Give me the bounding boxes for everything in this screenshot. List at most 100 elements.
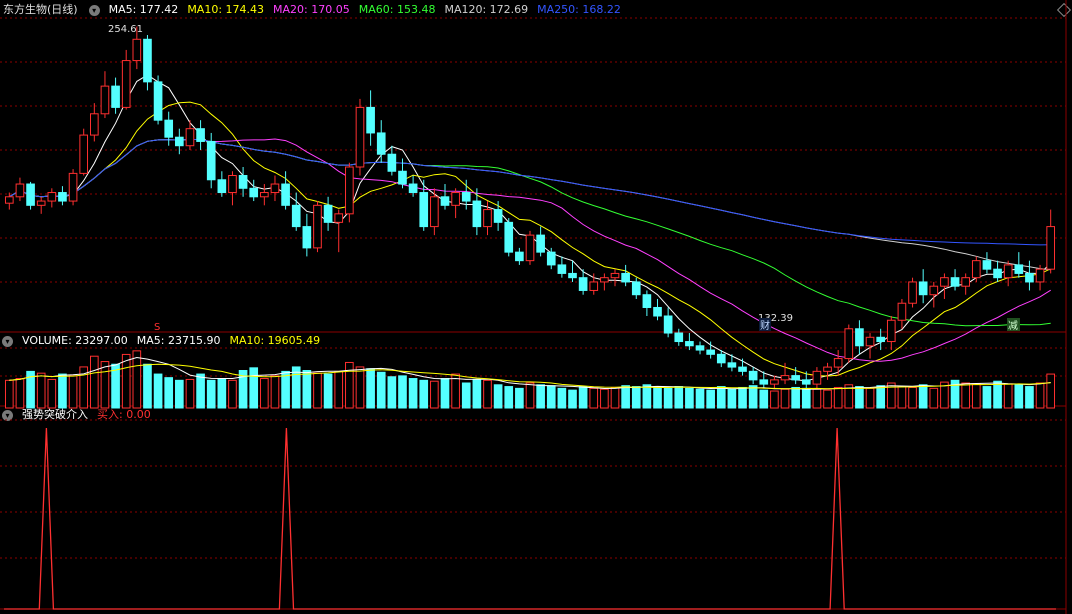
volume-bar xyxy=(89,355,99,409)
volume-bar xyxy=(461,382,471,409)
candle-body xyxy=(940,277,949,287)
volume-bar xyxy=(897,386,907,409)
volume-bar xyxy=(408,378,418,409)
candle-body xyxy=(302,226,312,249)
candle-body xyxy=(493,209,503,223)
candle-body xyxy=(685,341,694,347)
candle-body xyxy=(738,366,747,372)
candle-body xyxy=(1003,264,1013,279)
candle-body xyxy=(971,260,981,279)
candle-body xyxy=(812,370,822,385)
candle-body xyxy=(100,85,110,115)
volume-bar xyxy=(515,387,524,409)
volume-bar xyxy=(993,380,1002,409)
candle-body xyxy=(674,332,684,343)
volume-bar xyxy=(823,389,832,409)
candle-body xyxy=(451,192,460,206)
candle-body xyxy=(89,113,99,136)
volume-bar xyxy=(334,370,344,409)
volume-bar xyxy=(568,389,577,409)
volume-bar xyxy=(610,386,620,409)
candle-body xyxy=(695,345,705,351)
volume-bar xyxy=(387,376,397,409)
candle-body xyxy=(185,128,195,147)
candle-body xyxy=(1035,268,1045,283)
volume-bar xyxy=(589,387,599,409)
volume-bar xyxy=(493,384,503,409)
candle-body xyxy=(15,183,25,198)
volume-bar xyxy=(727,388,737,409)
volume-bar xyxy=(291,366,301,409)
volume-bar xyxy=(748,385,758,409)
volume-bar xyxy=(281,370,290,409)
candle-body xyxy=(865,336,875,347)
candle-body xyxy=(313,204,322,249)
signal-polyline xyxy=(4,427,1056,610)
candle-body xyxy=(430,196,439,228)
candle-body xyxy=(823,366,832,372)
candle-body xyxy=(260,192,269,198)
volume-bar xyxy=(217,378,227,409)
volume-bar xyxy=(695,388,705,409)
candle-body xyxy=(58,192,67,202)
volume-bar xyxy=(525,382,535,409)
candle-body xyxy=(855,328,864,347)
candle-body xyxy=(504,221,514,253)
volume-bar xyxy=(68,375,78,409)
candle-body xyxy=(727,362,737,368)
candle-body xyxy=(79,134,89,174)
volume-bar xyxy=(971,383,981,409)
candle-body xyxy=(897,302,907,321)
candle-body xyxy=(323,204,333,223)
candle-body xyxy=(653,306,662,317)
volume-bar xyxy=(47,378,57,409)
volume-bar xyxy=(908,386,917,409)
volume-bar xyxy=(132,350,142,409)
jian-marker: 减 xyxy=(1008,320,1018,332)
volume-bar xyxy=(143,363,152,409)
volume-bar xyxy=(918,384,928,409)
candle-body xyxy=(398,170,407,185)
candle-body xyxy=(206,140,216,181)
ma140-line xyxy=(9,138,1051,246)
candle-body xyxy=(419,192,429,228)
volume-bar xyxy=(578,386,588,409)
volume-bar xyxy=(100,361,110,409)
candle-body xyxy=(164,119,174,138)
volume-bar xyxy=(153,373,163,409)
volume-bar xyxy=(663,387,673,409)
candle-body xyxy=(663,315,673,334)
volume-bar xyxy=(472,378,482,409)
volume-bar xyxy=(1003,383,1013,409)
volume-bar xyxy=(206,379,216,409)
candle-body xyxy=(238,175,248,189)
signal-line xyxy=(4,427,1056,610)
candle-body xyxy=(132,38,142,62)
candle-body xyxy=(4,196,14,204)
candle-body xyxy=(791,375,800,381)
volume-bar xyxy=(398,375,407,409)
volume-bar xyxy=(121,353,131,409)
volume-bar xyxy=(323,373,333,409)
candle-body xyxy=(355,106,365,168)
volume-bar xyxy=(865,387,875,409)
volume-bar xyxy=(631,386,641,409)
volume-bar xyxy=(653,386,662,409)
volume-bar xyxy=(355,366,365,409)
candle-body xyxy=(918,281,928,296)
volume-bar xyxy=(929,387,939,409)
candle-body xyxy=(1046,226,1056,270)
volume-bar xyxy=(716,386,726,409)
volume-bar xyxy=(164,377,174,409)
candle-body xyxy=(366,106,375,134)
candle-body xyxy=(175,136,184,147)
volume-bar xyxy=(345,361,354,409)
volume-bar xyxy=(600,388,609,409)
volume-bar xyxy=(642,384,652,409)
stock-chart[interactable]: 254.61 132.39 S 财 减 xyxy=(0,0,1072,614)
candle-body xyxy=(546,251,556,266)
candle-body xyxy=(621,272,630,283)
candle-body xyxy=(557,264,567,274)
candle-body xyxy=(770,379,779,385)
candle-body xyxy=(121,60,131,108)
